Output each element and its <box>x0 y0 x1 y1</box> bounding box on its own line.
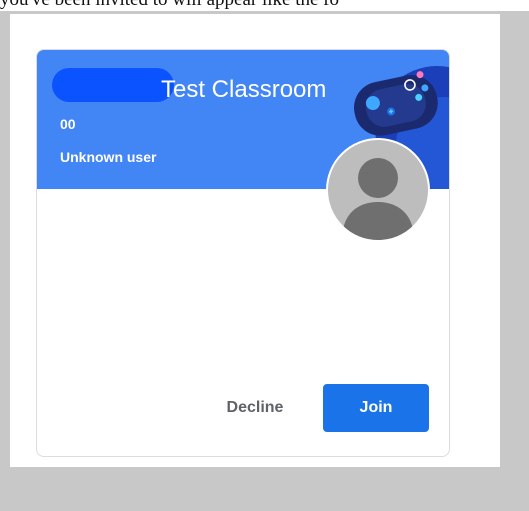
redacted-text <box>52 68 174 102</box>
class-name[interactable]: Test Classroom <box>161 76 326 104</box>
class-invite-card: Test Classroom 00 Unknown user Decline J… <box>36 49 450 457</box>
avatar-silhouette <box>342 158 414 240</box>
teacher-name: Unknown user <box>60 149 157 165</box>
join-button[interactable]: Join <box>323 384 429 432</box>
page-caption: you've been invited to will appear like … <box>0 0 529 11</box>
person-avatar-icon <box>326 138 430 242</box>
class-section: 00 <box>60 116 76 132</box>
decline-button[interactable]: Decline <box>211 384 299 432</box>
